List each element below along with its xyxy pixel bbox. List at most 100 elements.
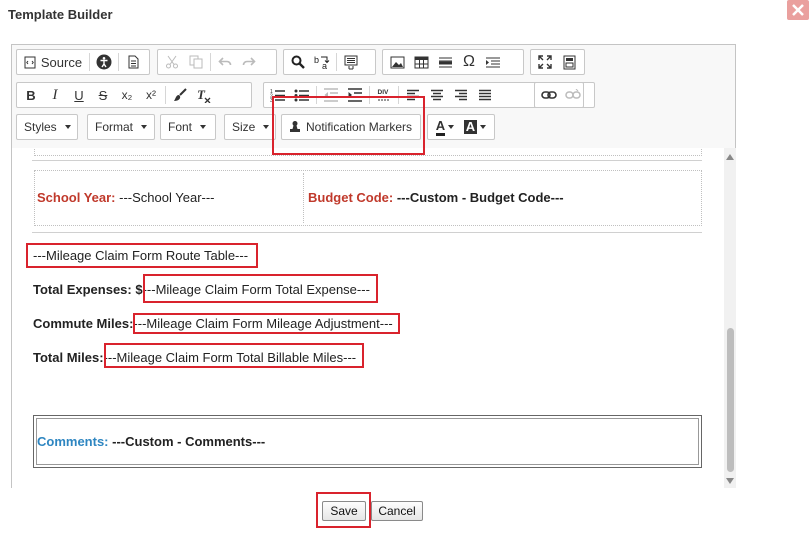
toolbar-group-basicstyles: B I U S x₂ x² T [16,82,252,108]
total-expenses-label: Total Expenses: $ [33,282,143,297]
subscript-icon: x₂ [121,88,133,102]
select-all-button[interactable] [339,51,363,73]
comments-box-outer: Comments: ---Custom - Comments--- [33,415,702,468]
horizontal-line-icon [438,57,452,67]
align-right-icon [455,89,467,100]
omega-icon: Ω [463,53,475,70]
highlight-total-miles [104,343,364,368]
toolbar-group-colors: A A [427,114,495,140]
highlight-total-expenses [143,274,378,303]
underline-icon: U [74,87,84,103]
dialog-title: Template Builder [8,7,113,22]
total-miles-label: Total Miles: [33,350,104,365]
chevron-down-icon [141,125,148,129]
align-right-button[interactable] [449,84,473,106]
templates-button[interactable] [121,51,145,73]
toolbar-group-document: Source [16,49,150,75]
comments-row: Comments: ---Custom - Comments--- [37,434,265,449]
replace-button[interactable]: ba [310,51,334,73]
underline-button[interactable]: U [67,84,91,106]
close-icon [792,4,804,16]
table-button[interactable] [409,51,433,73]
redo-button[interactable] [237,51,261,73]
paintbrush-icon [174,88,187,101]
strikethrough-button[interactable]: S [91,84,115,106]
svg-text:DIV: DIV [378,89,390,96]
maximize-button[interactable] [533,51,557,73]
scroll-up-icon[interactable] [726,154,734,160]
show-blocks-icon [563,55,575,69]
source-button[interactable]: Source [19,51,87,73]
undo-button[interactable] [213,51,237,73]
superscript-button[interactable]: x² [139,84,163,106]
commute-miles-label: Commute Miles: [33,316,134,331]
info-table-divider [303,173,304,223]
find-button[interactable] [286,51,310,73]
superscript-icon: x² [146,88,156,102]
undo-icon [218,57,232,66]
background-color-button[interactable]: A [460,116,490,138]
remove-format-button[interactable]: T [192,84,216,106]
image-icon [390,56,404,68]
copy-icon [189,55,203,69]
horizontal-line-button[interactable] [433,51,457,73]
unlink-button[interactable] [561,84,585,106]
italic-button[interactable]: I [43,84,67,106]
font-dropdown[interactable]: Font [160,114,216,140]
text-color-button[interactable]: A [430,116,460,138]
link-icon [541,91,557,99]
chevron-down-icon [263,125,270,129]
close-button[interactable] [787,0,809,20]
source-icon [24,56,36,68]
cut-button[interactable] [160,51,184,73]
select-all-icon [344,55,358,69]
toolbar-group-find: ba [283,49,376,75]
align-center-icon [431,89,443,100]
document-icon [128,55,138,69]
svg-text:b: b [314,55,319,65]
accessibility-icon [96,54,112,70]
maximize-icon [538,55,552,69]
scroll-down-icon[interactable] [726,478,734,484]
size-dropdown[interactable]: Size [224,114,276,140]
bold-icon: B [26,87,36,103]
size-label: Size [232,120,256,134]
copy-formatting-button[interactable] [168,84,192,106]
show-blocks-button[interactable] [557,51,581,73]
styles-label: Styles [24,120,57,134]
redo-icon [242,57,256,66]
strikethrough-icon: S [98,87,108,103]
justify-button[interactable] [473,84,497,106]
link-button[interactable] [537,84,561,106]
toolbar-group-links [534,82,584,108]
chevron-down-icon [200,125,207,129]
toolbar-group-insert: Ω [382,49,524,75]
unlink-icon [565,89,581,99]
text-color-icon: A [435,118,446,136]
editor-scrollbar[interactable] [724,148,736,488]
subscript-button[interactable]: x₂ [115,84,139,106]
highlight-notification-markers [272,96,425,155]
page-break-button[interactable] [481,51,505,73]
image-button[interactable] [385,51,409,73]
cancel-button[interactable]: Cancel [371,501,423,521]
svg-text:T: T [197,88,206,102]
justify-icon [479,89,491,100]
scissors-icon [166,55,178,69]
replace-icon: ba [314,55,330,70]
comments-label: Comments: [37,434,109,449]
school-year-value: ---School Year--- [119,190,215,205]
align-center-button[interactable] [425,84,449,106]
save-button[interactable]: Save [322,501,366,521]
budget-code-value: ---Custom - Budget Code--- [396,190,564,205]
font-label: Font [168,120,193,134]
bold-button[interactable]: B [19,84,43,106]
italic-icon: I [52,86,58,103]
accessibility-button[interactable] [92,51,116,73]
copy-button[interactable] [184,51,208,73]
styles-dropdown[interactable]: Styles [16,114,78,140]
format-dropdown[interactable]: Format [87,114,155,140]
special-character-button[interactable]: Ω [457,51,481,73]
scroll-thumb[interactable] [727,328,734,472]
search-icon [291,55,305,69]
